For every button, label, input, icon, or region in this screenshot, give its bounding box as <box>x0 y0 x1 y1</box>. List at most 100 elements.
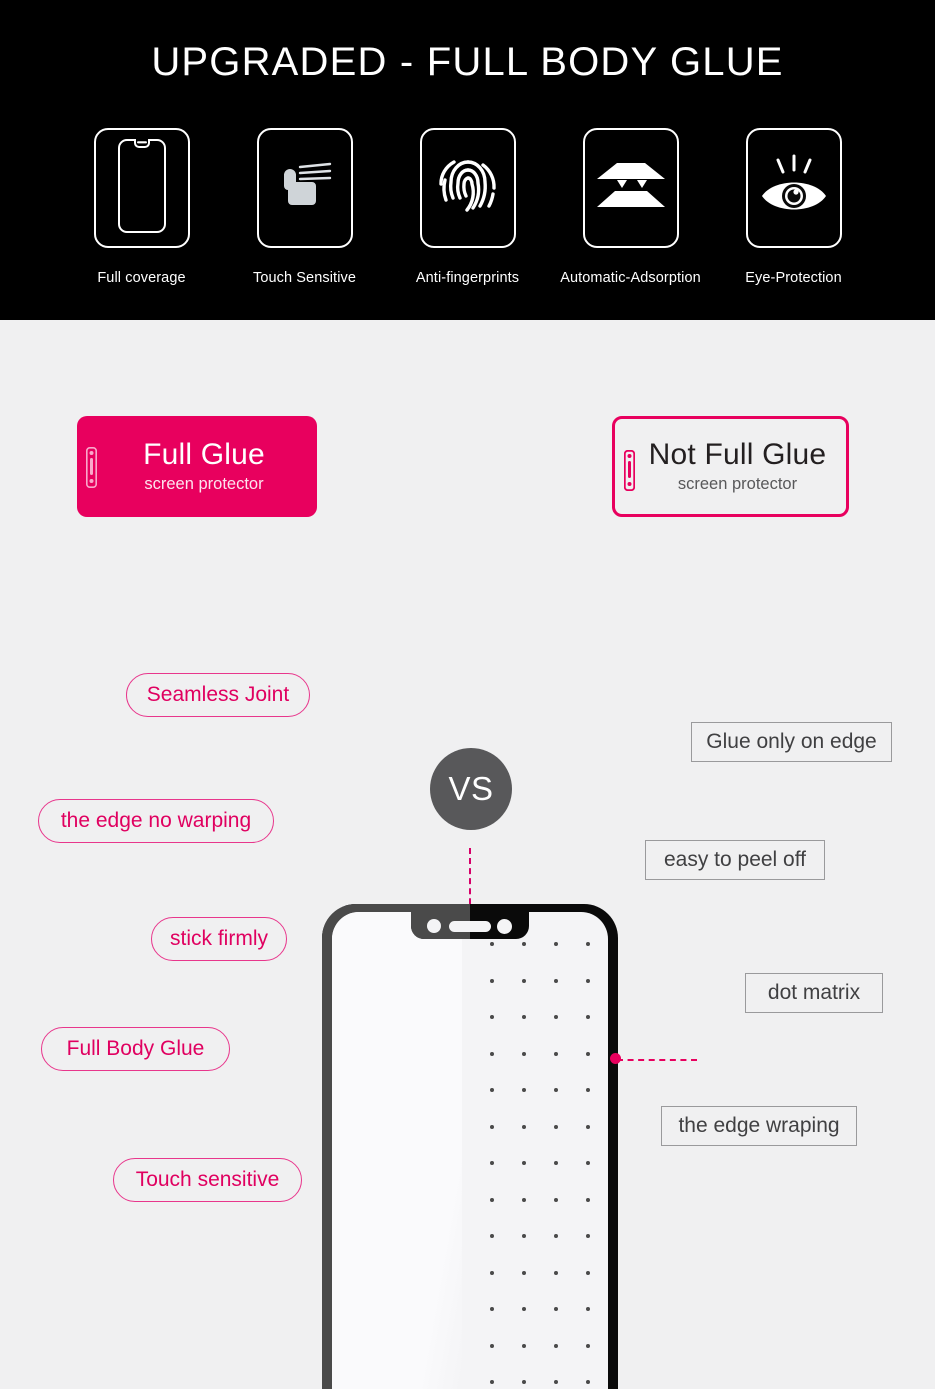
matrix-dot <box>554 1124 558 1129</box>
badge-not-full-glue-text: Not Full Glue screen protector <box>615 419 846 514</box>
matrix-dot <box>522 1270 526 1275</box>
matrix-dot <box>490 1051 494 1056</box>
badge-full-glue-text: Full Glue screen protector <box>77 416 317 517</box>
badge-full-glue: Full Glue screen protector <box>77 416 317 517</box>
matrix-dot <box>586 942 590 946</box>
phone-mockup <box>322 904 618 1389</box>
phone-screen <box>332 912 608 1389</box>
matrix-dot <box>586 1234 590 1238</box>
left-label-seamless-joint: Seamless Joint <box>126 673 310 717</box>
earpiece-speaker-icon <box>449 921 491 932</box>
right-label-glue-only-on-edge: Glue only on edge <box>691 722 892 762</box>
matrix-dot <box>554 1051 558 1056</box>
matrix-dot <box>554 1380 558 1384</box>
left-label-stick-firmly: stick firmly <box>151 917 287 961</box>
feature-label: Touch Sensitive <box>252 270 357 286</box>
label-text: Full Body Glue <box>66 1037 205 1060</box>
matrix-dot <box>554 1161 558 1165</box>
vs-badge: VS <box>430 748 512 830</box>
matrix-dot <box>522 1343 526 1348</box>
matrix-dot <box>586 1380 590 1384</box>
feature-item-touch-sensitive: Touch Sensitive <box>223 128 386 286</box>
connector-dashed-line <box>617 1059 697 1061</box>
matrix-dot <box>490 978 494 983</box>
matrix-dot <box>522 1161 526 1165</box>
eye-protection-icon <box>756 154 832 223</box>
matrix-dot <box>490 1015 494 1019</box>
right-label-dot-matrix: dot matrix <box>745 973 883 1013</box>
feature-icon-frame <box>419 128 516 248</box>
matrix-dot <box>586 1307 590 1311</box>
matrix-dot <box>490 1088 494 1092</box>
phone-body <box>322 904 618 1389</box>
feature-icon-frame <box>256 128 353 248</box>
matrix-dot <box>522 1088 526 1092</box>
matrix-dot <box>490 1270 494 1275</box>
matrix-dot <box>522 1234 526 1238</box>
matrix-dot <box>522 1124 526 1129</box>
matrix-dot <box>554 1088 558 1092</box>
matrix-dot <box>586 1015 590 1019</box>
adsorption-layers-icon <box>595 159 667 218</box>
matrix-dot <box>522 1380 526 1384</box>
matrix-dot <box>586 1197 590 1202</box>
feature-item-anti-fingerprints: Anti-fingerprints <box>386 128 549 286</box>
feature-label: Full coverage <box>97 270 186 286</box>
matrix-dot <box>554 1015 558 1019</box>
label-text: the edge no warping <box>60 809 252 832</box>
feature-item-full-coverage: Full coverage <box>60 128 223 286</box>
feature-list: Full coverage Touch Sensitive Anti-finge… <box>60 128 875 286</box>
label-text: dot matrix <box>767 981 861 1004</box>
badge-subtitle: screen protector <box>677 475 798 494</box>
label-text: Seamless Joint <box>146 683 290 706</box>
feature-icon-frame <box>93 128 190 248</box>
label-text: easy to peel off <box>663 848 807 871</box>
matrix-dot <box>554 1234 558 1238</box>
front-camera-icon <box>427 919 441 933</box>
feature-icon-frame <box>582 128 679 248</box>
left-label-touch-sensitive: Touch sensitive <box>113 1158 302 1202</box>
page-title: UPGRADED - FULL BODY GLUE <box>151 40 784 84</box>
proximity-sensor-icon <box>497 919 512 934</box>
fingerprint-icon <box>433 144 503 233</box>
product-infographic: UPGRADED - FULL BODY GLUE Full coverage <box>0 0 935 1389</box>
matrix-dot <box>522 978 526 983</box>
matrix-dot <box>522 1015 526 1019</box>
matrix-dot <box>522 1051 526 1056</box>
matrix-dot <box>554 1307 558 1311</box>
matrix-dot <box>586 1161 590 1165</box>
matrix-dot <box>522 1307 526 1311</box>
feature-item-eye-protection: Eye-Protection <box>712 128 875 286</box>
matrix-dot <box>522 1197 526 1202</box>
matrix-dot <box>490 1343 494 1348</box>
feature-label: Automatic-Adsorption <box>560 270 701 286</box>
feature-icon-frame <box>745 128 842 248</box>
matrix-dot <box>490 1307 494 1311</box>
matrix-dot <box>586 1343 590 1348</box>
matrix-dot <box>522 942 526 946</box>
label-text: stick firmly <box>170 927 268 950</box>
matrix-dot <box>490 942 494 946</box>
matrix-dot <box>490 1161 494 1165</box>
label-text: Touch sensitive <box>135 1168 280 1191</box>
matrix-dot <box>490 1234 494 1238</box>
phone-notch <box>411 912 529 939</box>
label-text: Glue only on edge <box>706 730 877 753</box>
right-label-easy-to-peel-off: easy to peel off <box>645 840 825 880</box>
matrix-dot <box>586 978 590 983</box>
badge-subtitle: screen protector <box>144 475 264 494</box>
matrix-dot <box>490 1124 494 1129</box>
feature-item-automatic-adsorption: Automatic-Adsorption <box>549 128 712 286</box>
touch-finger-icon <box>274 155 336 222</box>
label-text: the edge wraping <box>678 1114 840 1137</box>
dot-matrix-pattern <box>470 912 608 1389</box>
matrix-dot <box>554 1197 558 1202</box>
matrix-dot <box>490 1197 494 1202</box>
left-label-full-body-glue: Full Body Glue <box>41 1027 230 1071</box>
matrix-dot <box>586 1124 590 1129</box>
badge-title: Not Full Glue <box>648 437 827 471</box>
matrix-dot <box>586 1270 590 1275</box>
matrix-dot <box>586 1088 590 1092</box>
matrix-dot <box>554 942 558 946</box>
screen-highlight <box>332 912 462 1389</box>
